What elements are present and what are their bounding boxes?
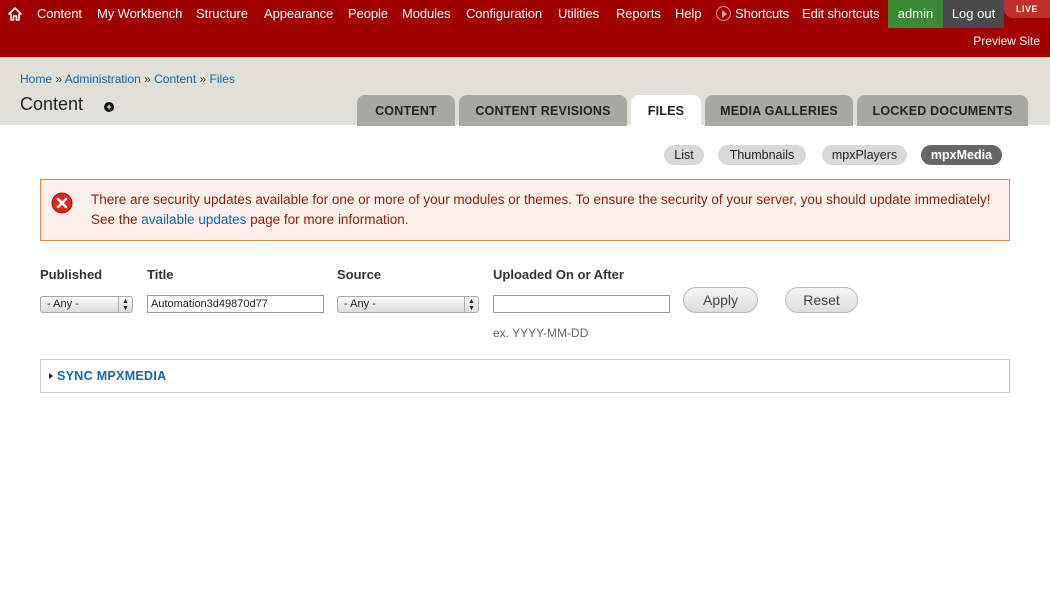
preview-site-link[interactable]: Preview Site xyxy=(973,34,1040,48)
title-input[interactable] xyxy=(147,295,324,313)
menu-item-people[interactable]: People xyxy=(348,6,388,21)
breadcrumb-separator: » xyxy=(199,72,207,86)
page-title: Content xyxy=(20,94,84,114)
breadcrumb-content[interactable]: Content xyxy=(154,72,196,86)
tab-content-revisions[interactable]: CONTENT REVISIONS xyxy=(459,95,627,126)
source-select[interactable]: - Any - ▲ ▼ xyxy=(337,296,479,313)
apply-button[interactable]: Apply xyxy=(683,287,758,313)
date-format-hint: ex. YYYY-MM-DD xyxy=(493,326,589,340)
published-label: Published xyxy=(40,267,103,282)
breadcrumb-home[interactable]: Home xyxy=(20,72,52,86)
tab-files[interactable]: FILES xyxy=(631,95,701,127)
environment-badge: LIVE xyxy=(1004,0,1050,18)
published-select[interactable]: - Any - ▲ ▼ xyxy=(40,296,133,313)
title-label: Title xyxy=(147,267,174,282)
available-updates-link[interactable]: available updates xyxy=(141,212,246,227)
menu-item-appearance[interactable]: Appearance xyxy=(264,6,333,21)
user-account-link[interactable]: admin xyxy=(888,0,943,28)
published-select-value: - Any - xyxy=(47,298,79,310)
select-arrows-icon: ▲ ▼ xyxy=(118,297,132,312)
error-message: There are security updates available for… xyxy=(40,179,1010,241)
breadcrumb-files[interactable]: Files xyxy=(210,72,235,86)
tab-locked-documents[interactable]: LOCKED DOCUMENTS xyxy=(857,95,1028,126)
tab-media-galleries[interactable]: MEDIA GALLERIES xyxy=(705,95,853,126)
breadcrumb-administration[interactable]: Administration xyxy=(65,72,141,86)
menu-item-modules[interactable]: Modules xyxy=(402,6,451,21)
menu-item-help[interactable]: Help xyxy=(675,6,701,21)
tab-content[interactable]: CONTENT xyxy=(357,95,455,126)
subtab-mpxmedia[interactable]: mpxMedia xyxy=(921,145,1002,165)
subtab-mpxplayers[interactable]: mpxPlayers xyxy=(822,145,907,165)
admin-menu: Content My Workbench Structure Appearanc… xyxy=(0,0,1050,28)
sync-mpxmedia-toggle[interactable]: SYNC MPXMEDIA xyxy=(49,369,166,383)
error-message-text: There are security updates available for… xyxy=(91,190,996,230)
uploaded-date-input[interactable] xyxy=(493,295,670,313)
subtab-list[interactable]: List xyxy=(664,145,704,165)
reset-button[interactable]: Reset xyxy=(785,287,858,313)
select-arrows-icon: ▲ ▼ xyxy=(464,297,478,312)
breadcrumb-separator: » xyxy=(55,72,63,86)
shortcuts-link[interactable]: Shortcuts xyxy=(735,6,789,21)
logout-link[interactable]: Log out xyxy=(943,0,1004,28)
menu-item-configuration[interactable]: Configuration xyxy=(466,6,542,21)
sync-mpxmedia-fieldset: SYNC MPXMEDIA xyxy=(40,359,1010,393)
menu-item-reports[interactable]: Reports xyxy=(616,6,661,21)
subtab-thumbnails[interactable]: Thumbnails xyxy=(718,145,806,165)
menu-item-utilities[interactable]: Utilities xyxy=(558,6,599,21)
menu-item-my-workbench[interactable]: My Workbench xyxy=(97,6,182,21)
edit-shortcuts-link[interactable]: Edit shortcuts xyxy=(802,6,879,21)
source-label: Source xyxy=(337,267,382,282)
breadcrumb-separator: » xyxy=(144,72,151,86)
error-icon xyxy=(51,192,73,214)
admin-toolbar: Content My Workbench Structure Appearanc… xyxy=(0,0,1050,57)
home-icon[interactable] xyxy=(7,6,23,22)
collapsed-triangle-icon xyxy=(49,373,53,379)
breadcrumb: Home » Administration » Content » Files xyxy=(20,72,235,86)
fieldset-legend-text: SYNC MPXMEDIA xyxy=(57,369,167,383)
page-header: Home » Administration » Content » Files … xyxy=(0,57,1050,127)
menu-item-content[interactable]: Content xyxy=(37,6,82,21)
source-select-value: - Any - xyxy=(344,298,376,310)
shortcuts-toggle-icon[interactable] xyxy=(716,6,731,21)
menu-item-structure[interactable]: Structure xyxy=(196,6,248,21)
add-shortcut-icon[interactable]: + xyxy=(104,102,114,112)
message-text-part: page for more information. xyxy=(246,212,409,227)
uploaded-label: Uploaded On or After xyxy=(493,267,624,282)
